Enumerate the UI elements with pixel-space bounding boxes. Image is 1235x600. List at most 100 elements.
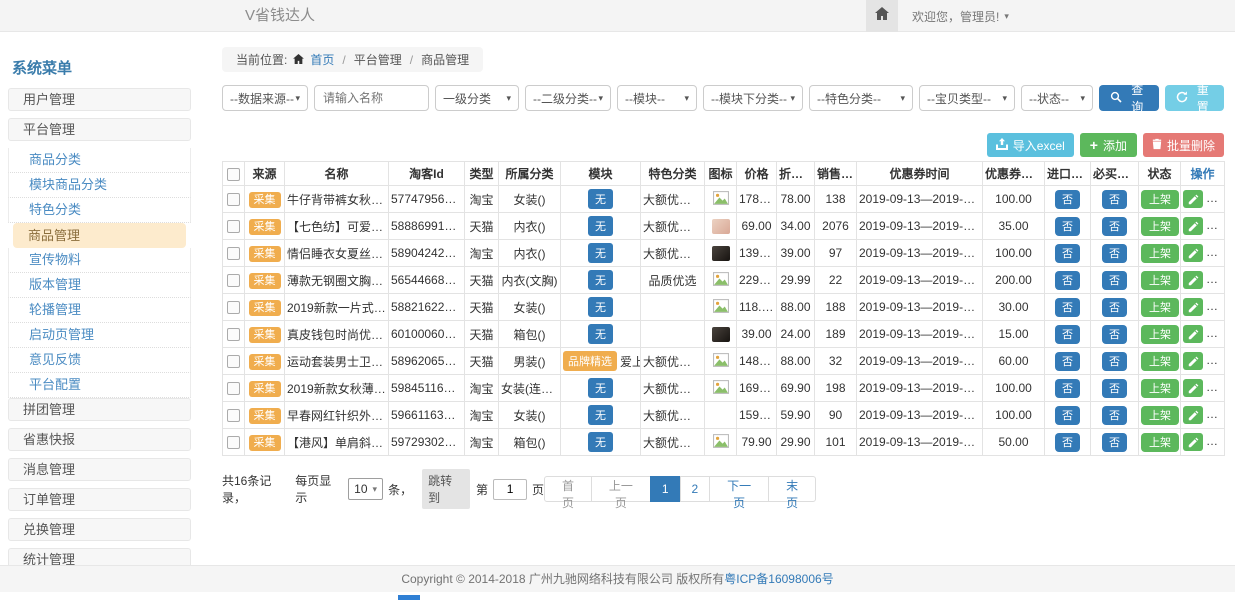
user-menu[interactable]: 欢迎您，管理员! ▾ [912, 8, 1009, 25]
row-checkbox[interactable] [227, 220, 240, 233]
sidebar-group-item-用户管理[interactable]: 用户管理 [8, 88, 191, 111]
import-select-toggle[interactable]: 否 [1055, 190, 1080, 209]
icp-link[interactable]: 粤ICP备16098006号 [724, 572, 833, 586]
must-buy-toggle[interactable]: 否 [1102, 271, 1127, 290]
edit-button[interactable] [1183, 190, 1203, 208]
edit-button[interactable] [1183, 325, 1203, 343]
page-first-button[interactable]: 首页 [544, 476, 592, 502]
must-buy-toggle[interactable]: 否 [1102, 244, 1127, 263]
row-checkbox[interactable] [227, 193, 240, 206]
status-button[interactable]: 上架 [1141, 190, 1179, 209]
module-select[interactable]: --模块--▾ [617, 85, 697, 111]
status-button[interactable]: 上架 [1141, 271, 1179, 290]
page-2-button[interactable]: 2 [680, 476, 711, 502]
sidebar-group-item-拼团管理[interactable]: 拼团管理 [8, 398, 191, 421]
edit-button[interactable] [1183, 271, 1203, 289]
status-button[interactable]: 上架 [1141, 217, 1179, 236]
sidebar-group-item-订单管理[interactable]: 订单管理 [8, 488, 191, 511]
sidebar-sub-item-特色分类[interactable]: 特色分类 [8, 198, 191, 223]
must-buy-toggle[interactable]: 否 [1102, 190, 1127, 209]
page-next-button[interactable]: 下一页 [709, 476, 769, 502]
row-checkbox[interactable] [227, 328, 240, 341]
row-checkbox[interactable] [227, 382, 240, 395]
must-buy-toggle[interactable]: 否 [1102, 433, 1127, 452]
status-button[interactable]: 上架 [1141, 379, 1179, 398]
page-prev-button[interactable]: 上一页 [591, 476, 651, 502]
sidebar-group-item-消息管理[interactable]: 消息管理 [8, 458, 191, 481]
level1-category-select[interactable]: 一级分类▾ [435, 85, 519, 111]
batch-delete-button[interactable]: 批量删除 [1143, 133, 1224, 157]
table-row: 采集牛仔背带裤女秋装减龄...577479560965淘宝女装()无大额优惠券1… [223, 186, 1225, 213]
import-excel-button[interactable]: 导入excel [987, 133, 1074, 157]
jump-to-button[interactable]: 跳转到 [422, 469, 470, 509]
cell-module: 品牌精选爱上运动 [561, 348, 641, 375]
data-source-select[interactable]: --数据来源--▾ [222, 85, 308, 111]
row-checkbox[interactable] [227, 436, 240, 449]
cell-operations [1181, 429, 1225, 456]
row-checkbox[interactable] [227, 247, 240, 260]
row-checkbox[interactable] [227, 355, 240, 368]
module-subcategory-select[interactable]: --模块下分类--▾ [703, 85, 803, 111]
table-row: 采集2019新款女秋薄款...598451162391淘宝女装(连衣裙)无大额优… [223, 375, 1225, 402]
status-button[interactable]: 上架 [1141, 244, 1179, 263]
import-select-toggle[interactable]: 否 [1055, 433, 1080, 452]
row-checkbox[interactable] [227, 274, 240, 287]
must-buy-toggle[interactable]: 否 [1102, 406, 1127, 425]
import-select-toggle[interactable]: 否 [1055, 217, 1080, 236]
must-buy-toggle[interactable]: 否 [1102, 298, 1127, 317]
must-buy-toggle[interactable]: 否 [1102, 379, 1127, 398]
edit-button[interactable] [1183, 433, 1203, 451]
sidebar-sub-item-启动页管理[interactable]: 启动页管理 [8, 323, 191, 348]
sidebar-group-item-省惠快报[interactable]: 省惠快报 [8, 428, 191, 451]
item-type-select[interactable]: --宝贝类型--▾ [919, 85, 1015, 111]
status-button[interactable]: 上架 [1141, 298, 1179, 317]
row-checkbox[interactable] [227, 409, 240, 422]
per-page-select[interactable]: 10 ▾ [348, 478, 383, 500]
add-button[interactable]: + 添加 [1080, 133, 1137, 157]
must-buy-toggle[interactable]: 否 [1102, 217, 1127, 236]
status-button[interactable]: 上架 [1141, 325, 1179, 344]
edit-button[interactable] [1183, 298, 1203, 316]
status-button[interactable]: 上架 [1141, 406, 1179, 425]
status-button[interactable]: 上架 [1141, 433, 1179, 452]
import-select-toggle[interactable]: 否 [1055, 271, 1080, 290]
import-select-toggle[interactable]: 否 [1055, 244, 1080, 263]
edit-button[interactable] [1183, 352, 1203, 370]
must-buy-toggle[interactable]: 否 [1102, 352, 1127, 371]
sidebar-sub-item-轮播管理[interactable]: 轮播管理 [8, 298, 191, 323]
row-checkbox[interactable] [227, 301, 240, 314]
feature-category-select[interactable]: --特色分类--▾ [809, 85, 913, 111]
edit-button[interactable] [1183, 379, 1203, 397]
sidebar-sub-item-模块商品分类[interactable]: 模块商品分类 [8, 173, 191, 198]
name-input[interactable] [314, 85, 429, 111]
sidebar-sub-item-意见反馈[interactable]: 意见反馈 [8, 348, 191, 373]
sidebar-sub-item-active-商品管理[interactable]: 商品管理 [13, 223, 186, 248]
level2-category-select[interactable]: --二级分类--▾ [525, 85, 611, 111]
page-last-button[interactable]: 末页 [768, 476, 816, 502]
must-buy-toggle[interactable]: 否 [1102, 325, 1127, 344]
breadcrumb-home-link[interactable]: 首页 [310, 51, 334, 68]
import-select-toggle[interactable]: 否 [1055, 325, 1080, 344]
page: V省钱达人 欢迎您，管理员! ▾ 系统菜单 用户管理平台管理商品分类模块商品分类… [0, 0, 1235, 600]
page-1-button[interactable]: 1 [650, 476, 681, 502]
edit-button[interactable] [1183, 406, 1203, 424]
select-all-checkbox[interactable] [227, 168, 240, 181]
page-number-input[interactable] [493, 479, 527, 500]
edit-button[interactable] [1183, 217, 1203, 235]
home-button[interactable] [866, 0, 898, 32]
import-select-toggle[interactable]: 否 [1055, 298, 1080, 317]
edit-button[interactable] [1183, 244, 1203, 262]
import-select-toggle[interactable]: 否 [1055, 379, 1080, 398]
sidebar-sub-item-版本管理[interactable]: 版本管理 [8, 273, 191, 298]
import-select-toggle[interactable]: 否 [1055, 406, 1080, 425]
status-button[interactable]: 上架 [1141, 352, 1179, 371]
sidebar-group-item-平台管理[interactable]: 平台管理 [8, 118, 191, 141]
import-select-toggle[interactable]: 否 [1055, 352, 1080, 371]
sidebar-sub-item-平台配置[interactable]: 平台配置 [8, 373, 191, 398]
sidebar-group-item-兑换管理[interactable]: 兑换管理 [8, 518, 191, 541]
reset-button[interactable]: 重置 [1165, 85, 1225, 111]
sidebar-sub-item-商品分类[interactable]: 商品分类 [8, 148, 191, 173]
sidebar-sub-item-宣传物料[interactable]: 宣传物料 [8, 248, 191, 273]
status-select[interactable]: --状态--▾ [1021, 85, 1093, 111]
search-button[interactable]: 查询 [1099, 85, 1159, 111]
